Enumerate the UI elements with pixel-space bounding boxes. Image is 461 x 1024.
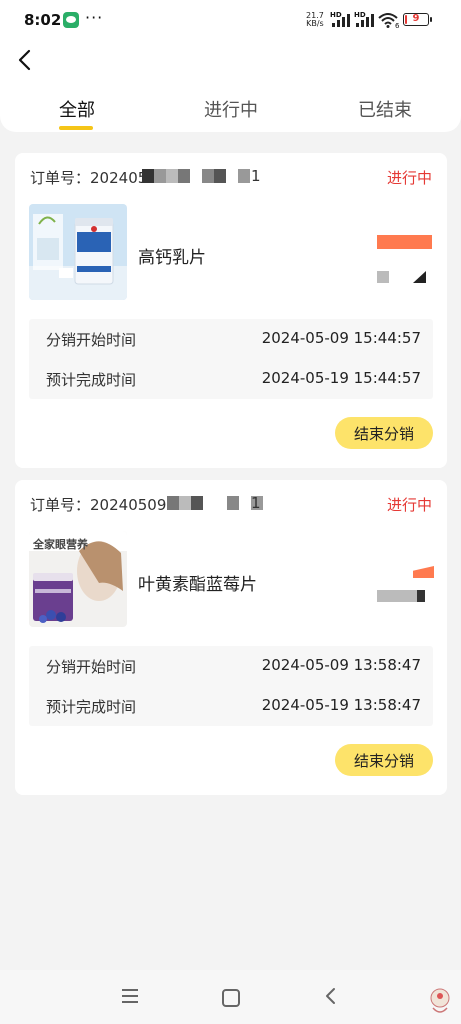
product-image-title: 全家眼营养	[33, 538, 88, 551]
battery-percent: 9	[412, 13, 420, 24]
product-name: 高钙乳片	[138, 248, 206, 268]
order-number-mask	[142, 169, 250, 183]
network-speed-unit: KB/s	[306, 19, 324, 28]
quantity-mask	[377, 271, 389, 283]
wifi-sub-label: 6	[395, 22, 400, 30]
order-number-tail: 1	[251, 167, 261, 185]
status-bar: 8:02 ··· 21.7 KB/s HD HD 6 9	[0, 0, 461, 40]
page-header: 全部 进行中 已结束	[0, 40, 461, 132]
order-number-label: 订单号：202405	[30, 167, 147, 188]
back-icon[interactable]	[323, 987, 339, 1005]
order-card: 订单号：20240509135 1 进行中 全家眼营养 叶黄素酯蓝莓片 分销开始…	[15, 480, 447, 795]
status-badge: 进行中	[386, 496, 432, 514]
end-distribution-button[interactable]: 结束分销	[335, 744, 433, 776]
battery-icon: 9	[403, 13, 432, 26]
end-time-value: 2024-05-19 13:58:47	[261, 696, 421, 714]
tab-ended[interactable]: 已结束	[345, 96, 425, 122]
home-icon[interactable]	[222, 989, 240, 1007]
tab-all[interactable]: 全部	[37, 96, 117, 122]
product-image: 全家眼营养	[29, 531, 127, 627]
menu-icon[interactable]	[122, 989, 138, 1003]
quantity-mask	[377, 590, 417, 602]
end-time-value: 2024-05-19 15:44:57	[261, 369, 421, 387]
order-number-tail: 1	[251, 494, 261, 512]
start-time-label: 分销开始时间	[46, 331, 137, 349]
network-speed: 21.7 KB/s	[306, 12, 324, 28]
end-time-row: 预计完成时间 2024-05-19 15:44:57	[29, 359, 433, 399]
price-mask	[413, 566, 434, 578]
watermark-logo-icon	[430, 988, 450, 1013]
wechat-icon	[63, 12, 79, 28]
order-number-value: 202405	[90, 169, 148, 187]
tab-active-indicator	[59, 126, 93, 130]
status-time: 8:02	[24, 11, 62, 29]
order-number-prefix: 订单号：	[30, 496, 91, 514]
more-notifications-icon: ···	[85, 8, 104, 27]
time-panel: 分销开始时间 2024-05-09 15:44:57 预计完成时间 2024-0…	[29, 319, 433, 399]
system-nav-bar	[0, 970, 461, 1024]
quantity-mask-2	[417, 590, 425, 602]
order-number-mask	[167, 496, 263, 510]
end-time-label: 预计完成时间	[46, 698, 137, 716]
order-number-prefix: 订单号：	[30, 169, 91, 187]
end-distribution-button[interactable]: 结束分销	[335, 417, 433, 449]
status-badge: 进行中	[386, 169, 432, 187]
start-time-value: 2024-05-09 15:44:57	[261, 329, 421, 347]
start-time-row: 分销开始时间 2024-05-09 13:58:47	[29, 646, 433, 686]
order-tabs: 全部 进行中 已结束	[0, 96, 461, 132]
start-time-row: 分销开始时间 2024-05-09 15:44:57	[29, 319, 433, 359]
tab-in-progress[interactable]: 进行中	[191, 96, 271, 122]
start-time-value: 2024-05-09 13:58:47	[261, 656, 421, 674]
product-image	[29, 204, 127, 300]
price-mask	[377, 235, 432, 249]
end-time-label: 预计完成时间	[46, 371, 137, 389]
start-time-label: 分销开始时间	[46, 658, 137, 676]
quantity-mask-2	[413, 271, 426, 283]
product-name: 叶黄素酯蓝莓片	[138, 575, 257, 595]
signal-icon-2	[354, 13, 374, 27]
signal-icon	[330, 13, 350, 27]
end-time-row: 预计完成时间 2024-05-19 13:58:47	[29, 686, 433, 726]
back-arrow-icon[interactable]	[14, 48, 38, 72]
time-panel: 分销开始时间 2024-05-09 13:58:47 预计完成时间 2024-0…	[29, 646, 433, 726]
order-card: 订单号：202405 1 进行中 高钙乳片 分销开始时间 2024-05-09 …	[15, 153, 447, 468]
